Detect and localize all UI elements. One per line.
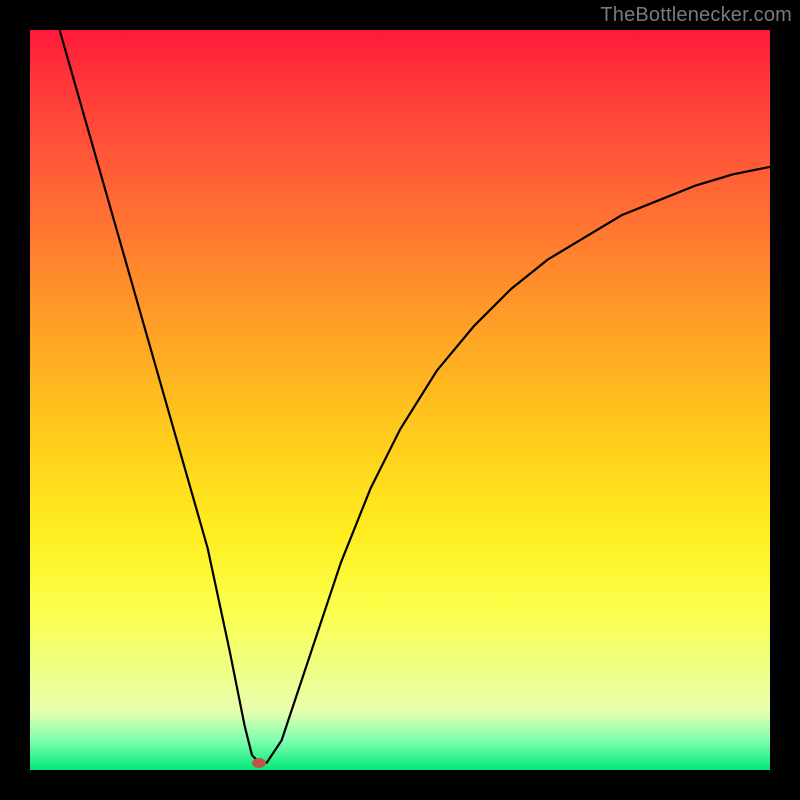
watermark-text: TheBottlenecker.com	[600, 4, 792, 27]
plot-area	[30, 30, 770, 770]
chart-frame: TheBottlenecker.com	[0, 0, 800, 800]
bottleneck-curve	[30, 30, 770, 770]
optimum-marker	[252, 758, 266, 768]
